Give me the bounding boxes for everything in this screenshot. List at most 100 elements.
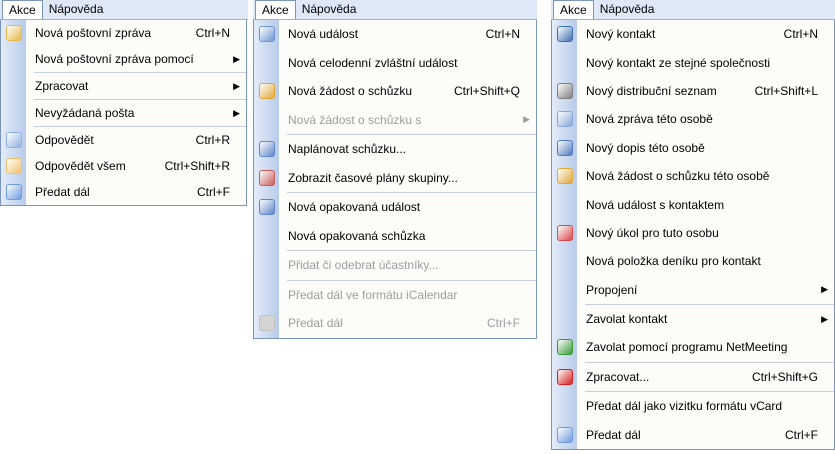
submenu-arrow-icon: ▶	[233, 107, 240, 118]
menu-item[interactable]: Nová opakovaná schůzka	[254, 222, 536, 251]
flag-icon	[556, 368, 573, 385]
menubar-item-napoveda[interactable]: Nápověda	[296, 0, 363, 19]
menubar-item-napoveda[interactable]: Nápověda	[43, 0, 110, 19]
task-icon	[556, 224, 573, 241]
menubar-item-akce[interactable]: Akce	[553, 0, 594, 19]
menubar: Akce Nápověda	[551, 0, 835, 20]
menu-item[interactable]: Propojení ▶	[552, 276, 834, 304]
menu-item[interactable]: Naplánovat schůzku...	[254, 135, 536, 164]
reply-all-icon	[5, 158, 22, 174]
menu-item-shortcut: Ctrl+Shift+Q	[453, 84, 520, 99]
menu-item[interactable]: Odpovědět Ctrl+R	[1, 127, 246, 153]
menu-item[interactable]: Nová žádost o schůzku Ctrl+Shift+Q	[254, 77, 536, 106]
menu-item-label: Nová celodenní zvláštní událost	[288, 55, 458, 70]
menu-item-icon-slot	[552, 168, 577, 185]
menu-item-label: Odpovědět všem	[35, 159, 126, 173]
menu-item-label: Odpovědět	[35, 133, 94, 147]
menu-item-icon-slot	[254, 169, 279, 186]
submenu-arrow-icon: ▶	[821, 313, 828, 324]
menubar: Akce Nápověda	[253, 0, 537, 20]
menu-item-label: Naplánovat schůzku...	[288, 142, 407, 157]
menu-item-label: Přidat či odebrat účastníky...	[288, 258, 439, 273]
menu-item[interactable]: Předat dál Ctrl+F	[552, 420, 834, 448]
menubar-item-akce[interactable]: Akce	[255, 0, 296, 19]
menu-item-label: Předat dál	[35, 185, 90, 199]
menu-item[interactable]: Zavolat kontakt ▶	[552, 305, 834, 333]
recurring-event-icon	[258, 199, 275, 216]
menu-item[interactable]: Nový distribuční seznam Ctrl+Shift+L	[552, 77, 834, 105]
menu-item[interactable]: Zavolat pomocí programu NetMeeting	[552, 333, 834, 361]
netmeeting-icon	[556, 339, 573, 356]
menu-item-label: Zpracovat	[35, 79, 89, 93]
forward-icon	[258, 315, 275, 332]
calendar-event-icon	[258, 26, 275, 43]
menu-item[interactable]: Nová událost s kontaktem	[552, 190, 834, 218]
menu-item-icon-slot	[254, 141, 279, 158]
menu-item-shortcut: Ctrl+F	[197, 185, 230, 199]
menu-item-shortcut: Ctrl+N	[783, 27, 818, 42]
menu-item-label: Nový kontakt	[586, 27, 656, 42]
menu-item-icon-slot	[1, 158, 26, 174]
menu-item-icon-slot	[1, 184, 26, 200]
menu-item-icon-slot	[1, 25, 26, 41]
menu-item[interactable]: Zpracovat... Ctrl+Shift+G	[552, 363, 834, 391]
menu-item-icon-slot	[552, 111, 577, 128]
menu-item-label: Nová opakovaná událost	[288, 200, 421, 215]
menu-item[interactable]: Nový úkol pro tuto osobu	[552, 219, 834, 247]
menu-item-label: Předat dál	[288, 316, 343, 331]
menu-item[interactable]: Předat dál Ctrl+F	[1, 179, 246, 205]
panel-mail-actions-menu: Akce Nápověda Nová poštovní zpráva Ctrl+N No…	[0, 0, 248, 206]
menu-item-icon-slot	[552, 426, 577, 443]
menubar-item-akce[interactable]: Akce	[2, 0, 43, 19]
meeting-request-icon	[556, 168, 573, 185]
menu-item[interactable]: Nová poštovní zpráva Ctrl+N	[1, 20, 246, 46]
panel-calendar-actions-menu: Akce Nápověda Nová událost Ctrl+N Nová celod…	[253, 0, 537, 339]
menu-item[interactable]: Nový kontakt Ctrl+N	[552, 20, 834, 48]
menu-item-icon-slot	[552, 82, 577, 99]
menu-item[interactable]: Nová opakovaná událost	[254, 193, 536, 222]
menu-item-icon-slot	[552, 139, 577, 156]
menu-item-label: Nová položka deníku pro kontakt	[586, 254, 761, 269]
submenu-arrow-icon: ▶	[523, 114, 530, 125]
menu-item-label: Nový dopis této osobě	[586, 140, 705, 155]
menu-item-icon-slot	[1, 132, 26, 148]
menu-item-icon-slot	[254, 315, 279, 332]
menu-item[interactable]: Nový kontakt ze stejné společnosti	[552, 48, 834, 76]
menu-item: Přidat či odebrat účastníky...	[254, 251, 536, 280]
menu-item-shortcut: Ctrl+N	[485, 27, 520, 42]
menu-item[interactable]: Nová zpráva této osobě	[552, 105, 834, 133]
menu-item[interactable]: Nový dopis této osobě	[552, 134, 834, 162]
submenu-arrow-icon: ▶	[821, 284, 828, 295]
menu-item[interactable]: Nová žádost o schůzku této osobě	[552, 162, 834, 190]
menu-item-shortcut: Ctrl+Shift+G	[751, 369, 818, 384]
meeting-request-icon	[258, 83, 275, 100]
menu-item[interactable]: Zpracovat ▶	[1, 73, 246, 99]
menu-item[interactable]: Nová celodenní zvláštní událost	[254, 49, 536, 78]
menu-item-label: Zobrazit časové plány skupiny...	[288, 170, 458, 185]
menu-item[interactable]: Nová poštovní zpráva pomocí ▶	[1, 46, 246, 72]
menu-item-label: Předat dál jako vizitku formátu vCard	[586, 399, 783, 414]
menu-item[interactable]: Zobrazit časové plány skupiny...	[254, 164, 536, 193]
menu-item-shortcut: Ctrl+F	[487, 316, 520, 331]
forward-icon	[5, 184, 22, 200]
menu-item-label: Nová poštovní zpráva pomocí	[35, 52, 194, 66]
group-schedule-icon	[258, 169, 275, 186]
menu-item-label: Nový distribuční seznam	[586, 83, 717, 98]
menu-item-label: Nová událost s kontaktem	[586, 197, 725, 212]
menu-item[interactable]: Nová událost Ctrl+N	[254, 20, 536, 49]
menu-item: Nová žádost o schůzku s ▶	[254, 106, 536, 135]
menu-item[interactable]: Nevyžádaná pošta ▶	[1, 100, 246, 126]
menu-item[interactable]: Předat dál jako vizitku formátu vCard	[552, 392, 834, 420]
distribution-list-icon	[556, 82, 573, 99]
menu-item-label: Nová žádost o schůzku této osobě	[586, 169, 770, 184]
menu-item-icon-slot	[552, 368, 577, 385]
menubar-item-napoveda[interactable]: Nápověda	[594, 0, 661, 19]
menu-item-shortcut: Ctrl+R	[195, 133, 230, 147]
menu-item-label: Nová zpráva této osobě	[586, 112, 713, 127]
menu-item-icon-slot	[254, 83, 279, 100]
menu-item-icon-slot	[254, 26, 279, 43]
menu-item-icon-slot	[254, 199, 279, 216]
menu-item[interactable]: Odpovědět všem Ctrl+Shift+R	[1, 153, 246, 179]
dropdown-menu: Nová událost Ctrl+N Nová celodenní zvláštn…	[253, 20, 537, 339]
menu-item[interactable]: Nová položka deníku pro kontakt	[552, 247, 834, 275]
